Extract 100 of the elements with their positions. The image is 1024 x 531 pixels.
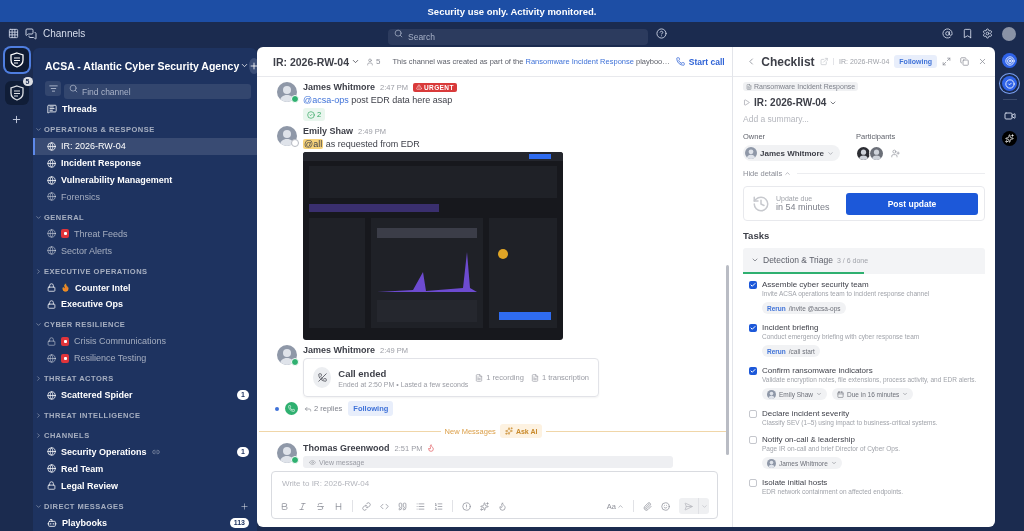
chevron-up-icon xyxy=(784,170,792,177)
settings-icon[interactable] xyxy=(982,28,993,39)
globe-icon xyxy=(47,353,56,363)
bookmark-icon[interactable] xyxy=(962,28,973,39)
task-checkbox[interactable] xyxy=(749,410,757,418)
channel-item[interactable]: Resilience Testing xyxy=(33,349,257,367)
avatar xyxy=(745,147,757,159)
channel-item[interactable]: Red Team xyxy=(33,460,257,478)
add-icon[interactable] xyxy=(240,501,249,511)
filter-button[interactable] xyxy=(45,80,61,96)
chevron-down-icon xyxy=(815,391,822,397)
close-icon[interactable] xyxy=(978,57,987,66)
scrollbar[interactable] xyxy=(726,265,729,455)
task-title: Isolate initial hosts xyxy=(762,478,829,487)
expand-icon[interactable] xyxy=(942,57,951,66)
task-checkbox[interactable] xyxy=(749,479,757,487)
chevron-right-icon xyxy=(35,375,42,383)
file-icon xyxy=(475,373,484,382)
globe-icon xyxy=(47,447,56,457)
mention-link[interactable]: @acsa-ops xyxy=(303,95,349,105)
bot-icon xyxy=(47,517,57,528)
task-checkbox[interactable] xyxy=(749,281,757,289)
mention-icon[interactable] xyxy=(942,28,953,39)
post-update-button[interactable]: Post update xyxy=(846,192,978,215)
bold-icon[interactable] xyxy=(280,501,289,511)
chevron-down-icon xyxy=(827,149,835,157)
author-name[interactable]: Emily Shaw xyxy=(303,126,354,136)
check-icon xyxy=(750,325,756,331)
heading-icon[interactable] xyxy=(334,501,343,511)
priority-icon[interactable] xyxy=(462,501,471,511)
members-button[interactable]: 5 xyxy=(366,57,381,66)
chevron-down-icon xyxy=(830,460,837,466)
channel-item[interactable]: Crisis Communications xyxy=(33,332,257,350)
globe-icon xyxy=(47,141,56,151)
search-field[interactable]: Search xyxy=(388,28,648,45)
popout-icon[interactable] xyxy=(819,57,828,66)
help-icon[interactable] xyxy=(656,28,667,39)
author-name[interactable]: Thomas Greenwood xyxy=(303,443,390,453)
link-icon[interactable] xyxy=(362,501,371,511)
add-team-icon[interactable] xyxy=(11,114,22,125)
task-checkbox[interactable] xyxy=(749,324,757,332)
window-icon[interactable] xyxy=(960,57,969,66)
chevron-down-icon xyxy=(351,57,361,66)
quote-icon[interactable] xyxy=(398,501,407,511)
burn-icon[interactable] xyxy=(498,501,507,511)
task-title: Assemble cyber security team xyxy=(762,280,870,289)
shield-icon xyxy=(8,85,25,101)
italic-icon[interactable] xyxy=(298,501,307,511)
team-button[interactable] xyxy=(4,48,29,72)
shield-icon xyxy=(8,52,25,68)
file-icon xyxy=(530,373,539,382)
threads-item[interactable]: Threads xyxy=(33,100,257,118)
channel-name[interactable]: IR: 2026-RW-04 xyxy=(273,55,361,68)
team-name[interactable]: ACSA - Atlantic Cyber Security Agency xyxy=(45,59,250,72)
numbered-list-icon[interactable] xyxy=(434,501,443,511)
start-call-button[interactable]: Start call xyxy=(675,56,725,67)
add-participant-icon[interactable] xyxy=(891,148,900,158)
channel-item[interactable]: IR: 2026-RW-04 xyxy=(33,137,257,155)
strikethrough-icon[interactable] xyxy=(316,501,325,511)
banner-text: Security use only. Activity monitored. xyxy=(427,5,597,17)
channel-item[interactable]: Executive Ops xyxy=(33,296,257,313)
channel-item[interactable]: Threat Feeds xyxy=(33,225,257,243)
channel-item[interactable]: Vulnerability Management xyxy=(33,171,257,189)
lock-icon xyxy=(47,336,56,346)
ai-icon[interactable] xyxy=(480,501,489,511)
channel-item[interactable]: Sector Alerts xyxy=(33,242,257,260)
threads-icon xyxy=(47,104,57,115)
task-checkbox[interactable] xyxy=(749,436,757,444)
author-name[interactable]: James Whitmore xyxy=(303,82,376,92)
participant-avatar[interactable] xyxy=(856,145,871,161)
find-channel-field[interactable]: Find channel xyxy=(64,84,251,100)
emoji-icon[interactable] xyxy=(661,501,670,511)
send-icon xyxy=(684,501,693,511)
task-checkbox[interactable] xyxy=(749,367,757,375)
chevron-down-icon xyxy=(35,321,42,329)
attach-icon[interactable] xyxy=(643,501,652,511)
author-name[interactable]: James Whitmore xyxy=(303,345,376,355)
mention-highlight[interactable]: @all xyxy=(303,139,324,149)
send-options-button[interactable] xyxy=(698,498,709,514)
checklist-icon[interactable] xyxy=(1002,76,1017,91)
chevron-right-icon xyxy=(35,431,42,439)
channel-item[interactable]: Incident Response xyxy=(33,154,257,172)
globe-icon xyxy=(47,175,56,185)
channel-item[interactable]: Legal Review xyxy=(33,477,257,495)
target-icon[interactable] xyxy=(1002,53,1017,68)
globe-icon xyxy=(47,246,56,256)
check-icon xyxy=(750,368,756,374)
sparkle-icon xyxy=(504,427,513,435)
user-avatar[interactable] xyxy=(1002,26,1016,41)
code-icon[interactable] xyxy=(380,501,389,511)
task-title: Declare incident severity xyxy=(762,409,851,418)
product-menu-icon[interactable] xyxy=(8,28,19,39)
message-text: @all as requested from EDR xyxy=(303,139,421,149)
sparkle-icon[interactable] xyxy=(1002,131,1017,146)
filter-icon xyxy=(48,83,58,93)
bullet-list-icon[interactable] xyxy=(416,501,425,511)
run-name[interactable]: IR: 2026-RW-04 xyxy=(754,97,838,108)
channel-item[interactable]: Forensics xyxy=(33,188,257,206)
owner-select[interactable]: James Whitmore xyxy=(743,145,841,161)
channel-item[interactable]: Counter Intel xyxy=(33,279,257,297)
